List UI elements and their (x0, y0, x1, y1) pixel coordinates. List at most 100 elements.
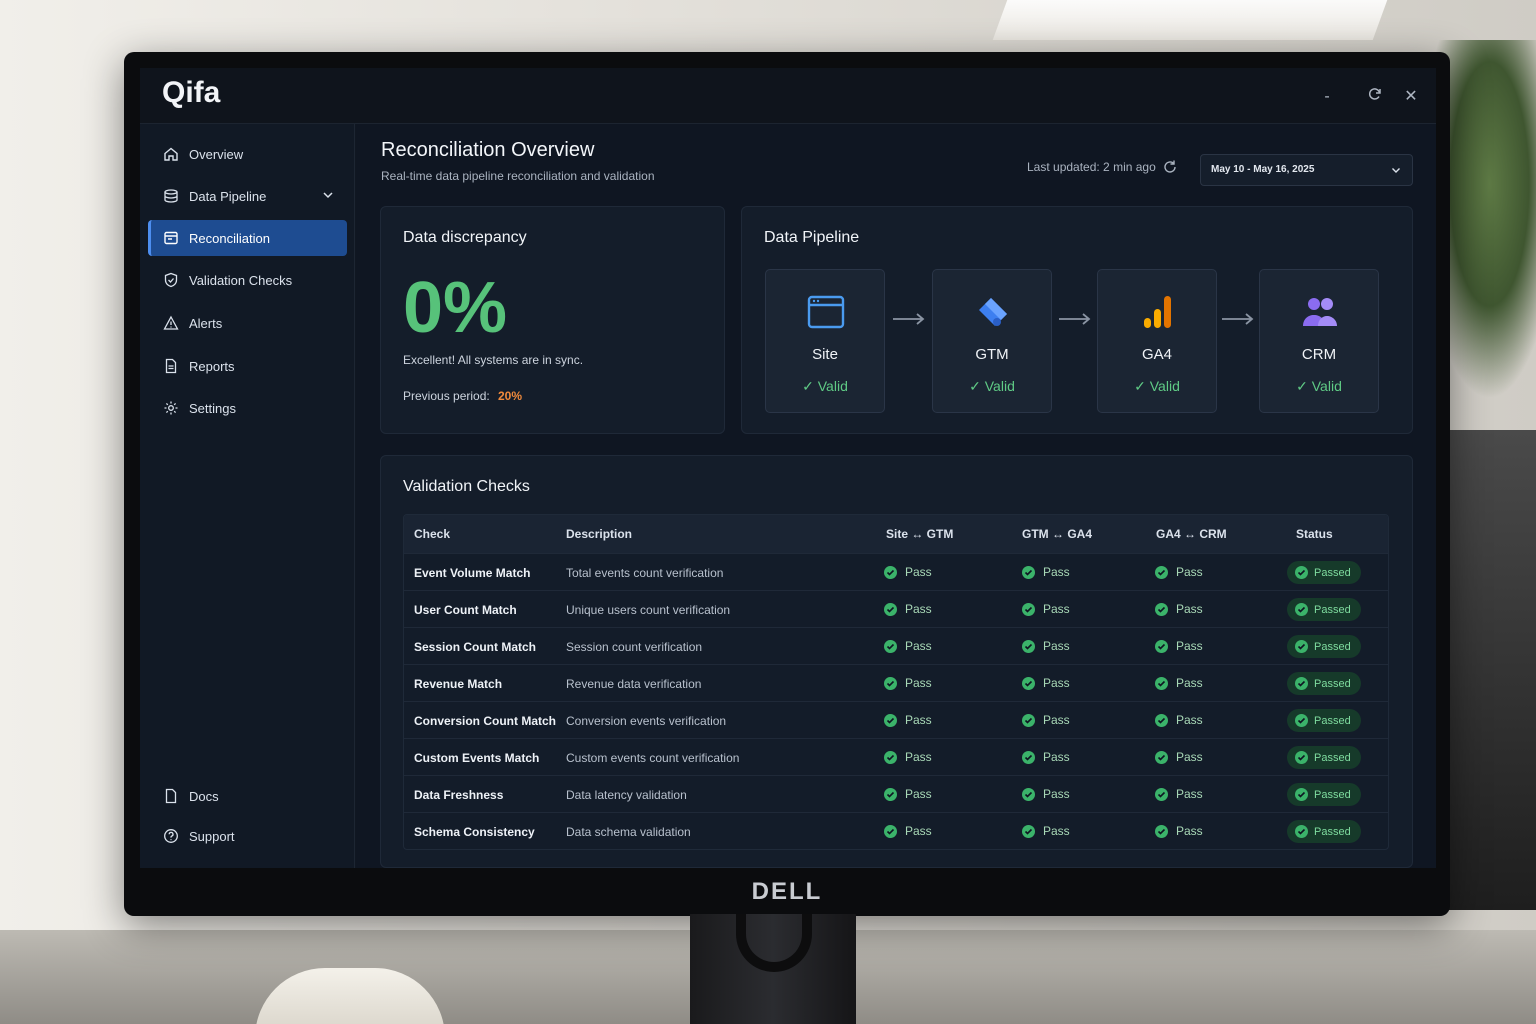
check-circle-icon (1295, 714, 1308, 727)
check-circle-icon (884, 824, 897, 838)
alert-triangle-icon (163, 315, 179, 331)
check-description: Revenue data verification (566, 677, 702, 691)
table-body: Event Volume Match Total events count ver… (404, 553, 1388, 849)
check-name: Custom Events Match (414, 751, 540, 765)
pass-indicator: Pass (884, 602, 932, 616)
check-circle-icon (1022, 713, 1035, 727)
table-row[interactable]: User Count Match Unique users count verif… (404, 590, 1388, 627)
pipeline-node-name: CRM (1301, 346, 1337, 363)
pass-label: Pass (1043, 602, 1070, 616)
table-row[interactable]: Custom Events Match Custom events count v… (404, 738, 1388, 775)
users-icon (1303, 298, 1337, 326)
check-circle-icon (1022, 565, 1035, 579)
pass-indicator: Pass (884, 565, 932, 579)
sidebar-item-reconciliation[interactable]: Reconciliation (148, 220, 347, 256)
status-badge: Passed (1287, 709, 1361, 732)
chevron-down-icon[interactable] (321, 188, 335, 202)
last-updated-text: Last updated: 2 min ago (1027, 160, 1156, 174)
table-row[interactable]: Revenue Match Revenue data verification Pa… (404, 664, 1388, 701)
check-circle-icon (1295, 677, 1308, 690)
check-circle-icon (884, 639, 897, 653)
discrepancy-value: 0% (403, 268, 508, 348)
sidebar-item-label: Support (189, 828, 235, 844)
pass-label: Pass (1176, 676, 1203, 690)
background-shelf (1440, 430, 1536, 910)
check-circle-icon (884, 787, 897, 801)
status-badge: Passed (1287, 820, 1361, 843)
refresh-icon[interactable] (1162, 159, 1178, 175)
pipeline-node-gtm[interactable]: GTM ✓ Valid (932, 269, 1052, 413)
maximize-button[interactable] (1364, 86, 1386, 108)
pass-label: Pass (905, 713, 932, 727)
pass-indicator: Pass (1155, 639, 1203, 653)
app-window: Qifa - ✕ Overview Data Pipeline Reconcil… (140, 68, 1436, 868)
table-row[interactable]: Data Freshness Data latency validation Pas… (404, 775, 1388, 812)
minimize-button[interactable]: - (1316, 86, 1338, 108)
sidebar-item-docs[interactable]: Docs (148, 778, 347, 814)
pass-label: Pass (905, 639, 932, 653)
sidebar-item-label: Settings (189, 400, 236, 416)
check-description: Data schema validation (566, 825, 691, 839)
table-row[interactable]: Event Volume Match Total events count ver… (404, 553, 1388, 590)
sidebar-item-label: Alerts (189, 315, 223, 331)
check-circle-icon (1295, 788, 1308, 801)
discrepancy-message: Excellent! All systems are in sync. (403, 353, 584, 367)
check-description: Data latency validation (566, 788, 687, 802)
sidebar-item-overview[interactable]: Overview (148, 136, 347, 172)
page-title: Reconciliation Overview (381, 139, 595, 161)
pipeline-node-name: GTM (975, 346, 1009, 363)
pass-label: Pass (1176, 602, 1203, 616)
sidebar-item-validation-checks[interactable]: Validation Checks (148, 262, 347, 298)
card-title: Data Pipeline (764, 229, 860, 246)
pipeline-node-name: Site (812, 346, 838, 363)
check-circle-icon (884, 676, 897, 690)
pass-indicator: Pass (1155, 750, 1203, 764)
sidebar-item-label: Data Pipeline (189, 188, 267, 204)
check-name: Session Count Match (414, 640, 537, 654)
table-row[interactable]: Session Count Match Session count verific… (404, 627, 1388, 664)
sidebar-item-reports[interactable]: Reports (148, 348, 347, 384)
pass-indicator: Pass (1155, 676, 1203, 690)
pass-indicator: Pass (1022, 602, 1070, 616)
sidebar: Overview Data Pipeline Reconciliation Va… (140, 124, 355, 868)
sidebar-item-label: Docs (189, 788, 219, 804)
pass-indicator: Pass (884, 787, 932, 801)
sidebar-item-alerts[interactable]: Alerts (148, 305, 347, 341)
close-button[interactable]: ✕ (1400, 86, 1422, 108)
check-circle-icon (1155, 787, 1168, 801)
pipeline-node-crm[interactable]: CRM ✓ Valid (1259, 269, 1379, 413)
sidebar-item-label: Validation Checks (189, 272, 293, 288)
pass-label: Pass (1043, 824, 1070, 838)
pass-indicator: Pass (884, 824, 932, 838)
data-discrepancy-card: Data discrepancy 0% Excellent! All syste… (380, 206, 725, 434)
check-circle-icon (1022, 750, 1035, 764)
check-circle-icon (1155, 639, 1168, 653)
table-row[interactable]: Schema Consistency Data schema validation… (404, 812, 1388, 849)
column-header: Description (566, 527, 633, 541)
sidebar-item-support[interactable]: Support (148, 818, 347, 854)
status-label: Passed (1314, 566, 1351, 579)
pipeline-node-ga4[interactable]: GA4 ✓ Valid (1097, 269, 1217, 413)
sidebar-item-settings[interactable]: Settings (148, 390, 347, 426)
date-range-select[interactable]: May 10 - May 16, 2025 (1200, 154, 1413, 186)
sidebar-item-data-pipeline[interactable]: Data Pipeline (148, 178, 347, 214)
check-circle-icon (884, 713, 897, 727)
check-circle-icon (1295, 751, 1308, 764)
pass-label: Pass (905, 750, 932, 764)
check-circle-icon (1295, 825, 1308, 838)
check-name: User Count Match (414, 603, 517, 617)
pipeline-node-site[interactable]: Site ✓ Valid (765, 269, 885, 413)
pass-label: Pass (1176, 824, 1203, 838)
arrow-right-icon (1222, 313, 1254, 325)
sidebar-item-label: Overview (189, 146, 244, 162)
pass-indicator: Pass (1155, 713, 1203, 727)
table-row[interactable]: Conversion Count Match Conversion events … (404, 701, 1388, 738)
pass-indicator: Pass (1022, 824, 1070, 838)
pass-indicator: Pass (884, 676, 932, 690)
pass-indicator: Pass (1155, 824, 1203, 838)
chevron-down-icon (1392, 168, 1400, 173)
gtm-tag-icon (979, 298, 1007, 326)
check-circle-icon (1155, 565, 1168, 579)
pipeline-node-name: GA4 (1141, 346, 1172, 363)
check-circle-icon (884, 602, 897, 616)
